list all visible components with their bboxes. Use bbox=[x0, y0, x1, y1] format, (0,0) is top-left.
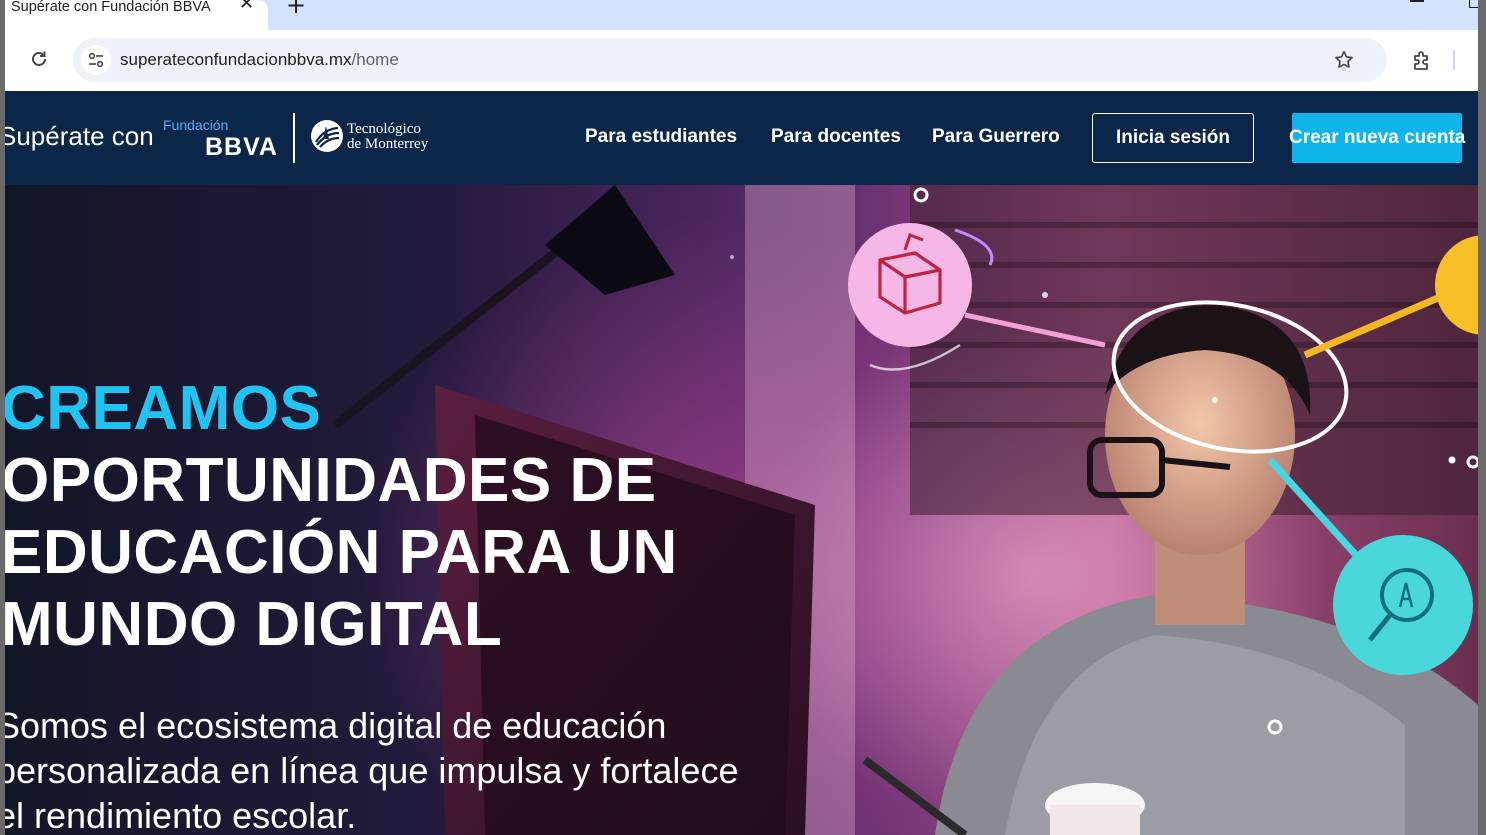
hero-heading: CREAMOS OPORTUNIDADES DE EDUCACIÓN PARA … bbox=[5, 373, 678, 661]
brand-supera-text[interactable]: Supérate con bbox=[5, 121, 154, 152]
tec-monterrey-logo-icon[interactable] bbox=[310, 119, 344, 153]
address-bar[interactable]: superateconfundacionbbva.mx/home bbox=[73, 38, 1387, 82]
site-header: Supérate con Fundación BBVA Tecnológico … bbox=[5, 91, 1478, 185]
extensions-icon[interactable] bbox=[1410, 48, 1434, 72]
url-domain: superateconfundacionbbva.mx bbox=[120, 50, 352, 69]
minimize-icon[interactable] bbox=[1410, 0, 1424, 2]
brand-fundacion-text: Fundación bbox=[163, 117, 229, 133]
nav-para-guerrero[interactable]: Para Guerrero bbox=[932, 126, 1060, 148]
close-icon[interactable]: ✕ bbox=[239, 0, 254, 14]
tec-line-1: Tecnológico bbox=[347, 121, 421, 137]
logo-divider bbox=[293, 113, 295, 163]
url-path: /home bbox=[351, 50, 399, 69]
hero-line-3: MUNDO DIGITAL bbox=[5, 590, 503, 659]
hero-accent-text: CREAMOS bbox=[5, 374, 322, 443]
tec-line-2: de Monterrey bbox=[347, 136, 429, 152]
create-account-button[interactable]: Crear nueva cuenta bbox=[1289, 113, 1466, 163]
toolbar-divider bbox=[1453, 50, 1455, 70]
reload-icon[interactable] bbox=[29, 49, 49, 69]
nav-para-estudiantes[interactable]: Para estudiantes bbox=[585, 126, 737, 148]
url-text[interactable]: superateconfundacionbbva.mx/home bbox=[120, 50, 399, 70]
browser-toolbar: superateconfundacionbbva.mx/home bbox=[5, 30, 1478, 91]
login-button[interactable]: Inicia sesión bbox=[1092, 113, 1254, 163]
browser-window: Supérate con Fundación BBVA ✕ + superate… bbox=[5, 0, 1478, 835]
tab-strip: Supérate con Fundación BBVA ✕ + bbox=[5, 0, 1478, 30]
bookmark-star-icon[interactable] bbox=[1333, 49, 1355, 71]
hero-line-1: OPORTUNIDADES DE bbox=[5, 446, 657, 515]
create-account-label: Crear nueva cuenta bbox=[1289, 127, 1466, 148]
site-info-icon[interactable] bbox=[81, 45, 111, 75]
hero-paragraph: Somos el ecosistema digital de educación… bbox=[5, 705, 739, 835]
hero-line-2: EDUCACIÓN PARA UN bbox=[5, 518, 678, 587]
browser-tab[interactable]: Supérate con Fundación BBVA ✕ bbox=[5, 0, 268, 30]
new-tab-icon[interactable]: + bbox=[286, 0, 306, 19]
brand-bbva-logo[interactable]: BBVA bbox=[205, 133, 278, 162]
hero-section: CREAMOS OPORTUNIDADES DE EDUCACIÓN PARA … bbox=[5, 185, 1478, 835]
tab-title: Supérate con Fundación BBVA bbox=[11, 0, 211, 15]
maximize-icon[interactable] bbox=[1469, 0, 1478, 8]
nav-para-docentes[interactable]: Para docentes bbox=[771, 126, 901, 148]
tec-monterrey-text: Tecnológico de Monterrey bbox=[347, 122, 428, 152]
